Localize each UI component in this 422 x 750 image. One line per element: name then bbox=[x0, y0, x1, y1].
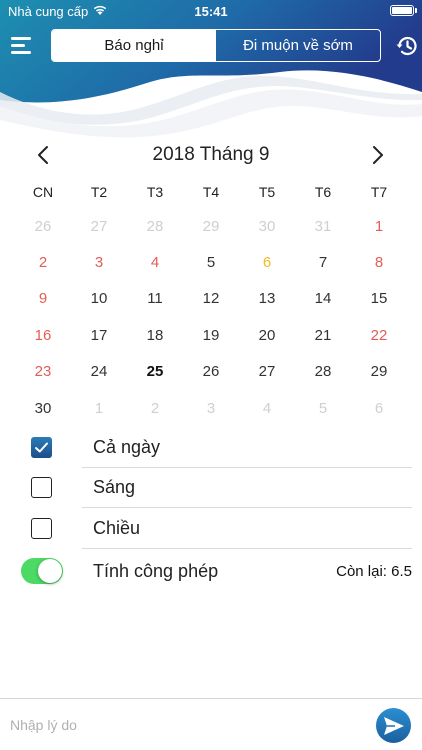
calendar-day[interactable]: 3 bbox=[71, 244, 127, 280]
leave-label: Tính công phép bbox=[93, 561, 219, 581]
weekday-label: T2 bbox=[90, 184, 108, 200]
calendar-day[interactable]: 26 bbox=[183, 354, 239, 390]
calendar-grid: 26 27 28 29 30 31 1 2 3 4 5 6 7 8 9 10 11 12 13 14 15 16 17 18 1… bbox=[15, 208, 407, 426]
full-day-label: Cả ngày bbox=[93, 437, 161, 457]
calendar-day[interactable]: 6 bbox=[239, 244, 295, 280]
weekday-label: T5 bbox=[258, 184, 276, 200]
send-button[interactable] bbox=[376, 708, 411, 743]
toggle-knob bbox=[38, 559, 62, 583]
weekday-header: CN T2 T3 T4 T5 T6 T7 bbox=[15, 184, 407, 200]
checkmark-icon bbox=[35, 442, 48, 453]
chevron-right-icon bbox=[373, 146, 383, 164]
calendar-day[interactable]: 15 bbox=[351, 281, 407, 317]
calendar-day[interactable]: 29 bbox=[351, 354, 407, 390]
calendar-day[interactable]: 3 bbox=[183, 390, 239, 426]
divider bbox=[82, 548, 412, 549]
month-navigation: 2018 Tháng 9 bbox=[0, 140, 422, 170]
calendar-day-today[interactable]: 25 bbox=[127, 354, 183, 390]
weekday-label: T7 bbox=[370, 184, 388, 200]
calendar-day[interactable]: 29 bbox=[183, 208, 239, 244]
calendar-day[interactable]: 14 bbox=[295, 281, 351, 317]
calendar-day[interactable]: 2 bbox=[15, 244, 71, 280]
weekday-label: T4 bbox=[202, 184, 220, 200]
calendar-day[interactable]: 30 bbox=[15, 390, 71, 426]
send-icon bbox=[384, 717, 404, 735]
calendar-day[interactable]: 5 bbox=[295, 390, 351, 426]
calendar-day[interactable]: 19 bbox=[183, 317, 239, 353]
morning-checkbox[interactable] bbox=[31, 477, 52, 498]
calendar-day[interactable]: 20 bbox=[239, 317, 295, 353]
option-afternoon: Chiều bbox=[0, 509, 422, 549]
tab-late-early[interactable]: Đi muộn về sớm bbox=[216, 30, 380, 61]
remaining-leave: Còn lại: 6.5 bbox=[336, 563, 412, 580]
calendar-day[interactable]: 6 bbox=[351, 390, 407, 426]
calendar-day[interactable]: 31 bbox=[295, 208, 351, 244]
calendar-day[interactable]: 8 bbox=[351, 244, 407, 280]
full-day-checkbox[interactable] bbox=[31, 437, 52, 458]
menu-button[interactable] bbox=[10, 34, 34, 56]
calendar-day[interactable]: 16 bbox=[15, 317, 71, 353]
calendar-day[interactable]: 27 bbox=[239, 354, 295, 390]
calendar-day[interactable]: 23 bbox=[15, 354, 71, 390]
weekday-label: CN bbox=[32, 184, 54, 200]
calendar-day[interactable]: 13 bbox=[239, 281, 295, 317]
afternoon-label: Chiều bbox=[93, 518, 141, 538]
calendar-day[interactable]: 21 bbox=[295, 317, 351, 353]
reason-bar bbox=[0, 698, 422, 750]
calendar-day[interactable]: 30 bbox=[239, 208, 295, 244]
calendar-day[interactable]: 18 bbox=[127, 317, 183, 353]
tab-absence-report[interactable]: Báo nghỉ bbox=[52, 30, 216, 61]
battery-icon bbox=[390, 5, 417, 16]
calendar-day[interactable]: 10 bbox=[71, 281, 127, 317]
option-morning: Sáng bbox=[0, 468, 422, 508]
calendar-day[interactable]: 1 bbox=[71, 390, 127, 426]
calendar-day[interactable]: 12 bbox=[183, 281, 239, 317]
calendar-day[interactable]: 28 bbox=[127, 208, 183, 244]
tab-absence-report-label: Báo nghỉ bbox=[104, 37, 164, 54]
weekday-label: T3 bbox=[146, 184, 164, 200]
calendar-day[interactable]: 26 bbox=[15, 208, 71, 244]
calendar-day[interactable]: 22 bbox=[351, 317, 407, 353]
next-month-button[interactable] bbox=[365, 143, 389, 167]
menu-icon bbox=[11, 37, 31, 54]
weekday-label: T6 bbox=[314, 184, 332, 200]
option-full-day: Cả ngày bbox=[0, 428, 422, 468]
status-bar: Nhà cung cấp 15:41 bbox=[0, 0, 422, 22]
tab-late-early-label: Đi muộn về sớm bbox=[243, 37, 353, 54]
month-title: 2018 Tháng 9 bbox=[152, 144, 270, 165]
header: Nhà cung cấp 15:41 Báo nghỉ Đi muộn về s… bbox=[0, 0, 422, 140]
divider bbox=[82, 507, 412, 508]
calendar-day[interactable]: 27 bbox=[71, 208, 127, 244]
calendar-day[interactable]: 4 bbox=[239, 390, 295, 426]
morning-label: Sáng bbox=[93, 477, 136, 497]
calendar-day[interactable]: 5 bbox=[183, 244, 239, 280]
calendar-day[interactable]: 24 bbox=[71, 354, 127, 390]
calendar-day[interactable]: 17 bbox=[71, 317, 127, 353]
calendar-day[interactable]: 11 bbox=[127, 281, 183, 317]
reason-input[interactable] bbox=[10, 711, 360, 739]
afternoon-checkbox[interactable] bbox=[31, 518, 52, 539]
mode-segmented-control: Báo nghỉ Đi muộn về sớm bbox=[51, 29, 381, 62]
leave-toggle[interactable] bbox=[21, 558, 63, 584]
calendar-day[interactable]: 2 bbox=[127, 390, 183, 426]
history-button[interactable] bbox=[395, 34, 419, 58]
status-time: 15:41 bbox=[194, 4, 228, 19]
calendar-day[interactable]: 1 bbox=[351, 208, 407, 244]
calendar-day[interactable]: 28 bbox=[295, 354, 351, 390]
calendar-day[interactable]: 9 bbox=[15, 281, 71, 317]
calendar-day[interactable]: 4 bbox=[127, 244, 183, 280]
history-icon bbox=[396, 36, 417, 56]
calendar-day[interactable]: 7 bbox=[295, 244, 351, 280]
